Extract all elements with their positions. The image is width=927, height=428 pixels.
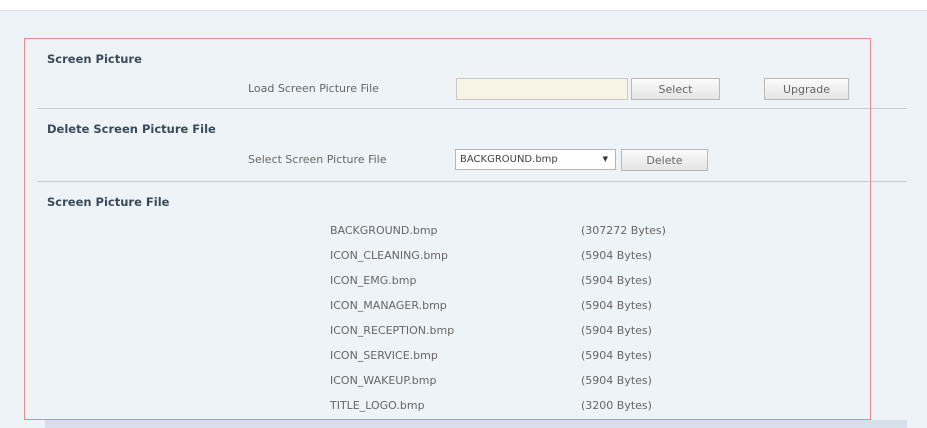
bottom-bar [45, 420, 907, 428]
highlight-frame [24, 38, 871, 420]
